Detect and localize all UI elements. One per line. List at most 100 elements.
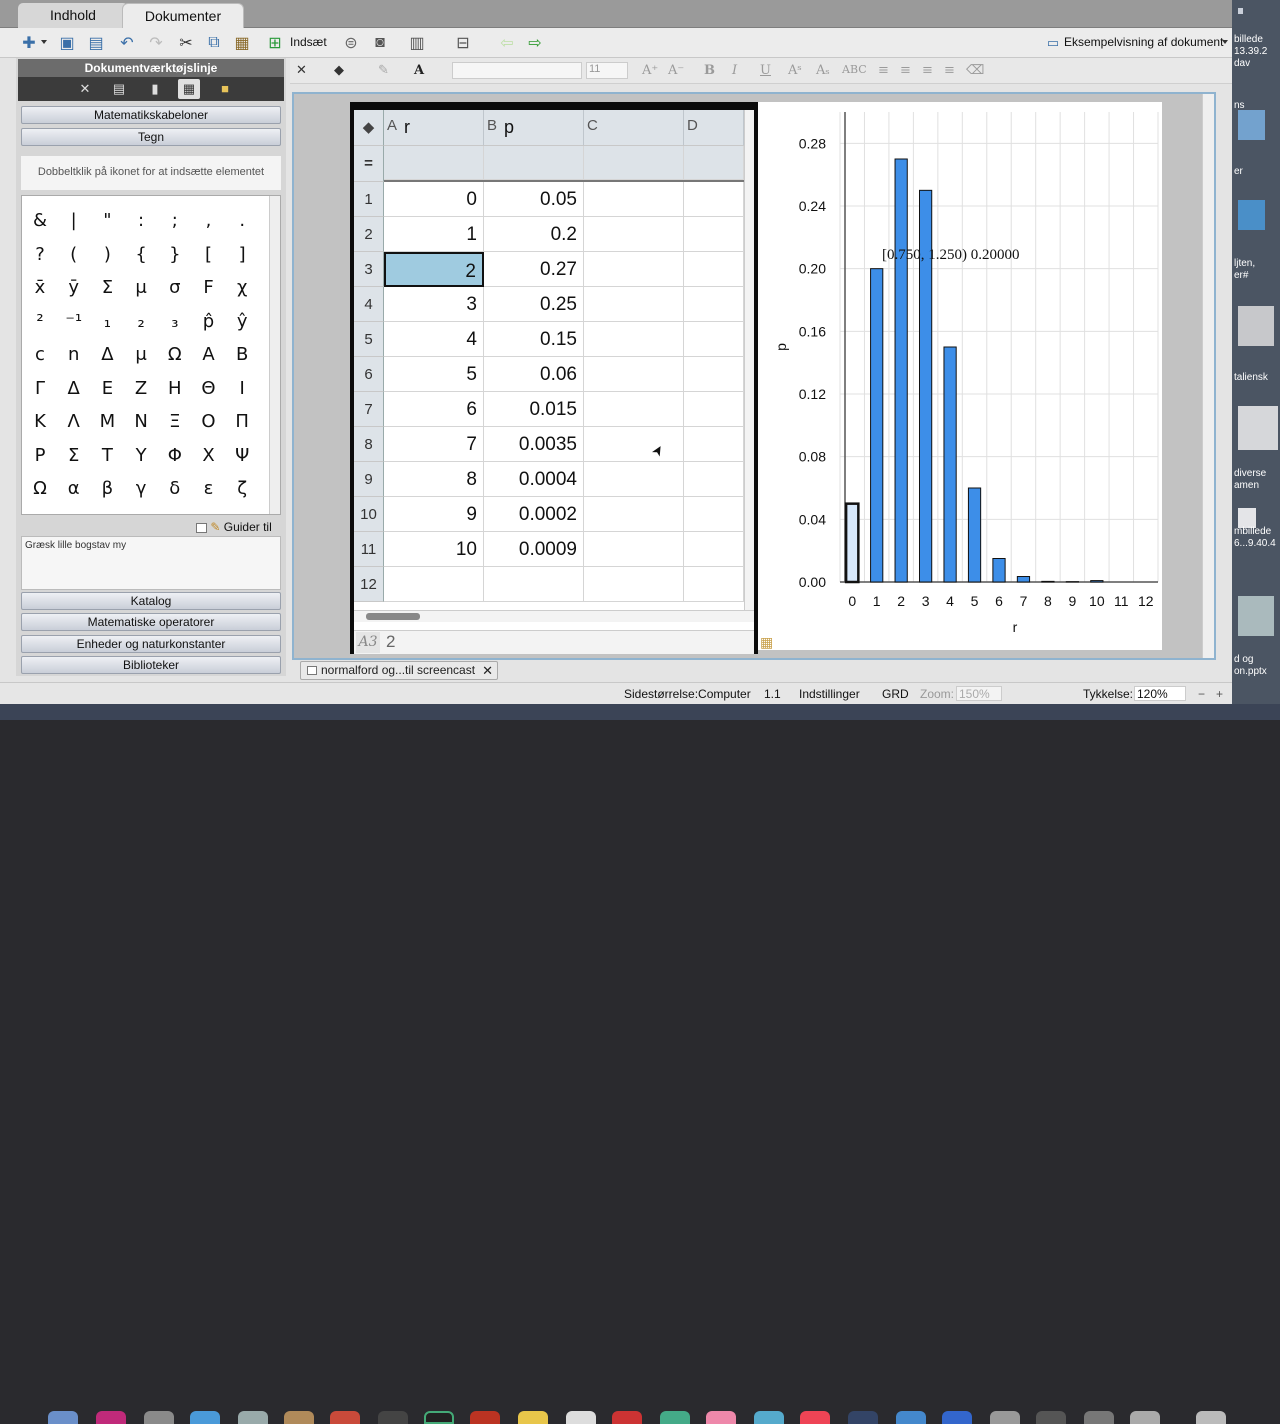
symbol-2-0[interactable]: x̄ <box>23 277 57 298</box>
symbol-4-0[interactable]: c <box>23 344 57 365</box>
desktop-file-label[interactable]: 6...9.40.4 <box>1234 538 1276 549</box>
next-page-icon[interactable]: ⇨ <box>524 32 546 54</box>
symbol-5-3[interactable]: Z <box>124 378 158 399</box>
superscript-icon[interactable]: Aˢ <box>788 63 802 78</box>
page-sorter-icon[interactable]: ▤ <box>108 79 130 99</box>
app-icon-13[interactable] <box>1084 1411 1114 1424</box>
symbol-4-2[interactable]: Δ <box>90 344 124 365</box>
symbol-7-1[interactable]: Σ <box>57 445 91 466</box>
row-header[interactable]: 12 <box>354 567 384 602</box>
redo-icon[interactable]: ↷ <box>145 32 167 54</box>
symbol-5-1[interactable]: Δ <box>57 378 91 399</box>
table-cell-p[interactable]: 0.05 <box>484 182 584 217</box>
symbol-4-3[interactable]: μ <box>124 344 158 365</box>
symbol-8-4[interactable]: δ <box>158 478 192 499</box>
palette-scrollbar[interactable] <box>269 196 280 514</box>
column-header-d[interactable]: D <box>684 110 744 146</box>
underline-icon[interactable]: U <box>760 63 771 78</box>
table-cell-p[interactable]: 0.27 <box>484 252 584 287</box>
guider-checkbox[interactable] <box>196 523 207 533</box>
column-header-c[interactable]: C <box>584 110 684 146</box>
desktop-file-label[interactable]: taliensk <box>1234 372 1268 383</box>
desktop-file-icon[interactable] <box>1238 406 1278 450</box>
preview-icon[interactable]: ▭ <box>1044 32 1062 54</box>
new-dropdown-arrow-icon[interactable] <box>41 40 47 44</box>
symbol-0-1[interactable]: | <box>57 210 91 231</box>
symbol-6-5[interactable]: O <box>192 411 226 432</box>
symbol-1-2[interactable]: ) <box>90 244 124 265</box>
formula-cell-b[interactable] <box>484 146 584 180</box>
app-icon-1[interactable] <box>96 1411 126 1424</box>
symbol-3-5[interactable]: p̂ <box>192 311 226 332</box>
symbol-2-1[interactable]: ȳ <box>57 277 91 298</box>
close-tab-icon[interactable]: ✕ <box>482 662 493 679</box>
fill-color-icon[interactable]: ◆ <box>334 63 344 78</box>
symbol-2-5[interactable]: F <box>192 277 226 298</box>
open-icon[interactable]: ▣ <box>56 32 78 54</box>
insert-icon[interactable]: ⊞ <box>264 32 286 54</box>
symbol-8-0[interactable]: Ω <box>23 478 57 499</box>
table-cell-p[interactable]: 0.2 <box>484 217 584 252</box>
table-cell-r[interactable]: 3 <box>384 287 484 322</box>
shrink-font-icon[interactable]: A⁻ <box>668 63 684 78</box>
symbol-3-1[interactable]: ⁻¹ <box>57 311 91 332</box>
symbol-5-5[interactable]: Θ <box>192 378 226 399</box>
table-cell-r[interactable]: 9 <box>384 497 484 532</box>
page-layout-icon[interactable]: ⊟ <box>452 32 474 54</box>
table-cell-d[interactable] <box>684 217 744 252</box>
desktop-file-icon[interactable] <box>1238 306 1274 346</box>
symbol-6-3[interactable]: N <box>124 411 158 432</box>
libraries-section[interactable]: Biblioteker <box>21 656 281 674</box>
desktop-file-label[interactable]: dav <box>1234 58 1250 69</box>
table-cell-c[interactable] <box>584 427 684 462</box>
symbol-2-4[interactable]: σ <box>158 277 192 298</box>
table-cell-p[interactable]: 0.0002 <box>484 497 584 532</box>
formula-cell-d[interactable] <box>684 146 744 180</box>
column-header-a[interactable]: Ar <box>384 110 484 146</box>
table-cell-c[interactable] <box>584 497 684 532</box>
symbol-0-5[interactable]: , <box>192 210 226 231</box>
cell-entry-value[interactable]: 2 <box>386 632 395 652</box>
table-cell-d[interactable] <box>684 567 744 602</box>
font-family-select[interactable] <box>452 62 582 79</box>
symbol-6-0[interactable]: K <box>23 411 57 432</box>
table-cell-p[interactable]: 0.06 <box>484 357 584 392</box>
symbol-7-5[interactable]: X <box>192 445 226 466</box>
table-icon[interactable]: ▦ <box>760 634 773 651</box>
symbol-2-3[interactable]: μ <box>124 277 158 298</box>
app-icon-4[interactable] <box>284 1411 314 1424</box>
table-cell-d[interactable] <box>684 252 744 287</box>
symbol-4-5[interactable]: A <box>192 344 226 365</box>
calculator-icon[interactable]: ▥ <box>406 32 428 54</box>
emulator-icon[interactable]: ▮ <box>144 79 166 99</box>
table-cell-r[interactable]: 7 <box>384 427 484 462</box>
symbol-3-2[interactable]: ₁ <box>90 311 124 332</box>
table-cell-p[interactable]: 0.0004 <box>484 462 584 497</box>
draw-section[interactable]: Tegn <box>21 128 281 146</box>
text-color-icon[interactable]: A <box>414 63 424 78</box>
symbol-6-1[interactable]: Λ <box>57 411 91 432</box>
zoom-in-icon[interactable]: + <box>1216 687 1223 701</box>
table-cell-c[interactable] <box>584 322 684 357</box>
desktop-file-label[interactable]: billede <box>1234 34 1263 45</box>
app-icon-9[interactable] <box>612 1411 642 1424</box>
symbol-1-0[interactable]: ? <box>23 244 57 265</box>
undo-icon[interactable]: ↶ <box>116 32 138 54</box>
symbol-8-6[interactable]: ζ <box>225 478 259 499</box>
app-icon-8[interactable] <box>566 1411 596 1424</box>
cut-icon[interactable]: ✂ <box>175 32 197 54</box>
app-icon-6[interactable] <box>424 1411 454 1424</box>
table-cell-c[interactable] <box>584 357 684 392</box>
symbol-3-6[interactable]: ŷ <box>225 311 259 332</box>
horizontal-scroll-thumb[interactable] <box>366 613 420 620</box>
align-right-icon[interactable]: ≡ <box>922 63 933 78</box>
app-icon-10[interactable] <box>754 1411 784 1424</box>
symbol-5-2[interactable]: E <box>90 378 124 399</box>
desktop-file-label[interactable]: d og <box>1234 654 1253 665</box>
column-header-b[interactable]: Bp <box>484 110 584 146</box>
symbol-0-2[interactable]: " <box>90 210 124 231</box>
desktop-file-label[interactable]: amen <box>1234 480 1259 491</box>
photos-icon[interactable] <box>706 1411 736 1424</box>
settings-button[interactable]: Indstillinger <box>799 687 860 701</box>
desktop-file-icon[interactable] <box>1238 8 1243 14</box>
